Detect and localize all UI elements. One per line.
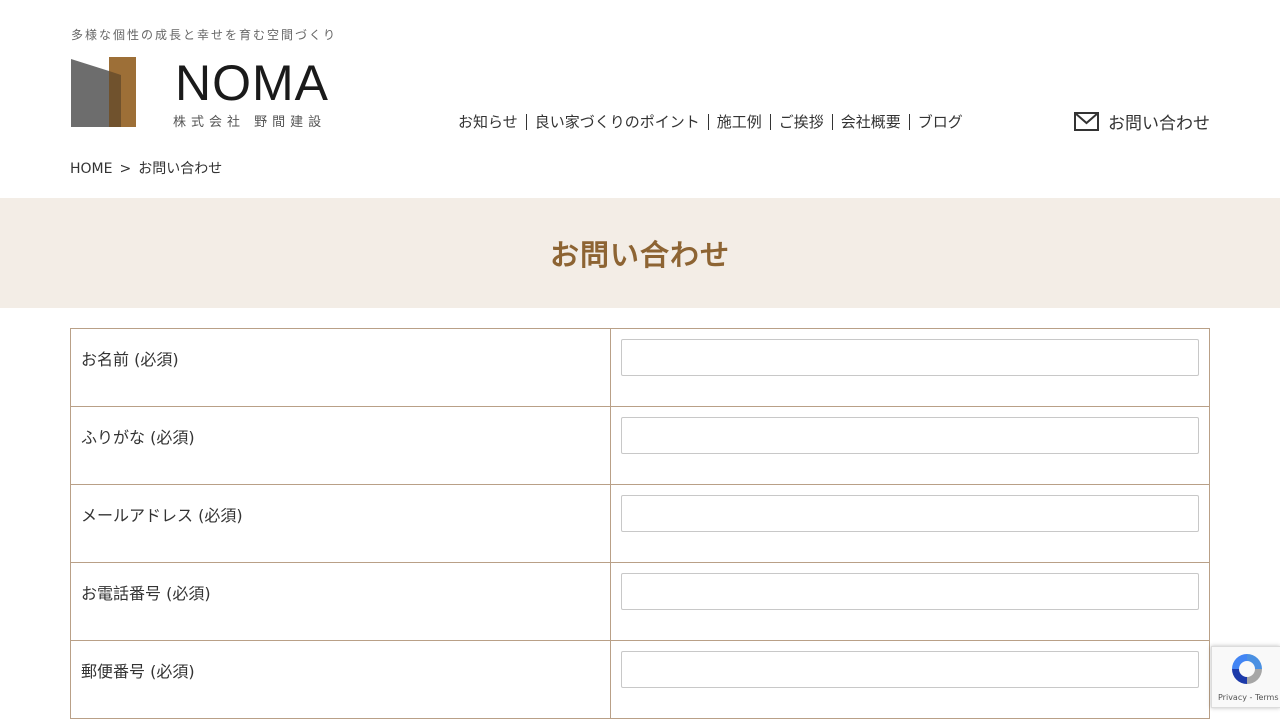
field-label-name: お名前 (必須) bbox=[70, 328, 611, 407]
contact-label: お問い合わせ bbox=[1108, 114, 1210, 134]
recaptcha-icon bbox=[1232, 654, 1262, 684]
logo-name: NOMA bbox=[175, 55, 329, 111]
table-row: 郵便番号 (必須) bbox=[70, 640, 1210, 719]
breadcrumb-current: お問い合わせ bbox=[138, 161, 223, 177]
recaptcha-badge[interactable]: Privacy - Terms bbox=[1211, 646, 1280, 708]
main-nav: お知らせ 良い家づくりのポイント 施工例 ご挨拶 会社概要 ブログ bbox=[450, 114, 971, 130]
nav-item-greeting[interactable]: ご挨拶 bbox=[769, 114, 832, 130]
nav-item-works[interactable]: 施工例 bbox=[707, 114, 770, 130]
field-label-postal: 郵便番号 (必須) bbox=[70, 640, 611, 719]
mail-icon bbox=[1074, 112, 1099, 131]
field-cell bbox=[610, 640, 1210, 719]
table-row: ふりがな (必須) bbox=[70, 406, 1210, 485]
tagline: 多様な個性の成長と幸せを育む空間づくり bbox=[71, 28, 338, 42]
field-cell bbox=[610, 484, 1210, 563]
phone-input[interactable] bbox=[621, 573, 1199, 610]
field-cell bbox=[610, 406, 1210, 485]
breadcrumb-separator: > bbox=[119, 161, 132, 177]
furigana-input[interactable] bbox=[621, 417, 1199, 454]
field-label-phone: お電話番号 (必須) bbox=[70, 562, 611, 641]
field-cell bbox=[610, 328, 1210, 407]
field-label-furigana: ふりがな (必須) bbox=[70, 406, 611, 485]
page-title: お問い合わせ bbox=[549, 238, 730, 272]
breadcrumb-home[interactable]: HOME bbox=[70, 161, 112, 177]
table-row: お電話番号 (必須) bbox=[70, 562, 1210, 641]
postal-code-input[interactable] bbox=[621, 651, 1199, 688]
nav-item-blog[interactable]: ブログ bbox=[908, 114, 971, 130]
contact-form-table: お名前 (必須) ふりがな (必須) メールアドレス (必須) お電話番号 (必… bbox=[70, 328, 1210, 719]
page-title-banner: お問い合わせ bbox=[0, 198, 1280, 308]
name-input[interactable] bbox=[621, 339, 1199, 376]
nav-item-points[interactable]: 良い家づくりのポイント bbox=[525, 114, 708, 130]
table-row: お名前 (必須) bbox=[70, 328, 1210, 407]
recaptcha-links[interactable]: Privacy - Terms bbox=[1218, 693, 1279, 702]
logo-mark-icon bbox=[71, 57, 136, 127]
field-cell bbox=[610, 562, 1210, 641]
breadcrumb: HOME > お問い合わせ bbox=[70, 158, 222, 178]
site-logo[interactable]: NOMA 株式会社 野間建設 bbox=[71, 55, 351, 131]
field-label-email: メールアドレス (必須) bbox=[70, 484, 611, 563]
email-input[interactable] bbox=[621, 495, 1199, 532]
table-row: メールアドレス (必須) bbox=[70, 484, 1210, 563]
nav-item-news[interactable]: お知らせ bbox=[450, 114, 526, 130]
contact-link[interactable]: お問い合わせ bbox=[1074, 109, 1210, 134]
logo-company-name: 株式会社 野間建設 bbox=[173, 115, 327, 130]
nav-item-company[interactable]: 会社概要 bbox=[831, 114, 909, 130]
